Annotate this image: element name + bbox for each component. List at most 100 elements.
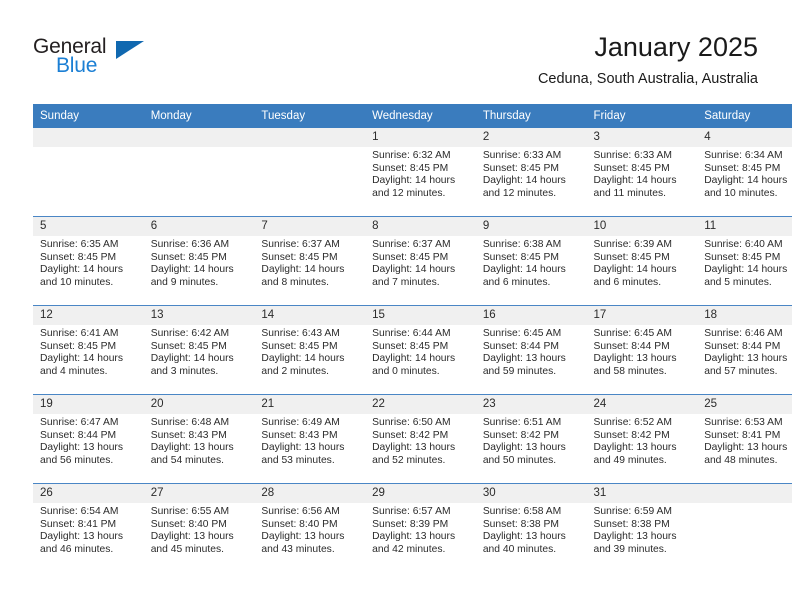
daylight-text: Daylight: 14 hours and 6 minutes. [482, 264, 566, 288]
daylight-text: Daylight: 14 hours and 2 minutes. [261, 353, 345, 377]
page-title: January 2025 [594, 32, 758, 62]
day-details: Sunrise: 6:39 AM Sunset: 8:45 PM Daylight:… [587, 236, 698, 289]
calendar-week-row: 19 Sunrise: 6:47 AM Sunset: 8:44 PM Dayligh… [33, 394, 792, 484]
day-cell[interactable]: 16 Sunrise: 6:45 AM Sunset: 8:44 PM Dayligh… [475, 305, 587, 395]
weekday-header-thursday: Thursday [475, 104, 587, 128]
day-details: Sunrise: 6:43 AM Sunset: 8:45 PM Daylight:… [254, 325, 365, 378]
day-details: Sunrise: 6:47 AM Sunset: 8:44 PM Daylight:… [33, 414, 144, 467]
daylight-text: Daylight: 13 hours and 57 minutes. [704, 353, 788, 377]
day-cell[interactable]: 24 Sunrise: 6:52 AM Sunset: 8:42 PM Dayligh… [586, 394, 698, 484]
day-number: 9 [475, 217, 587, 236]
day-details: Sunrise: 6:48 AM Sunset: 8:43 PM Daylight:… [144, 414, 255, 467]
day-cell[interactable]: 21 Sunrise: 6:49 AM Sunset: 8:43 PM Dayligh… [254, 394, 366, 484]
day-cell[interactable]: 1 Sunrise: 6:32 AM Sunset: 8:45 PM Daylight… [365, 128, 476, 217]
general-blue-logo[interactable]: General Blue [33, 36, 153, 84]
day-cell[interactable]: 22 Sunrise: 6:50 AM Sunset: 8:42 PM Dayligh… [365, 394, 476, 484]
day-number: 14 [254, 306, 366, 325]
day-cell[interactable]: 13 Sunrise: 6:42 AM Sunset: 8:45 PM Dayligh… [143, 305, 255, 395]
day-cell[interactable]: 18 Sunrise: 6:46 AM Sunset: 8:44 PM Dayligh… [697, 305, 792, 395]
day-details: Sunrise: 6:37 AM Sunset: 8:45 PM Daylight:… [254, 236, 365, 289]
daylight-text: Daylight: 14 hours and 12 minutes. [372, 175, 456, 199]
day-number: 6 [143, 217, 255, 236]
day-cell[interactable]: 19 Sunrise: 6:47 AM Sunset: 8:44 PM Dayligh… [33, 394, 144, 484]
title-block: January 2025 Ceduna, South Australia, Au… [538, 30, 758, 89]
day-cell[interactable]: 10 Sunrise: 6:39 AM Sunset: 8:45 PM Dayligh… [586, 216, 698, 306]
day-details: Sunrise: 6:56 AM Sunset: 8:40 PM Daylight:… [254, 503, 365, 556]
day-number: 4 [697, 128, 792, 147]
day-details: Sunrise: 6:53 AM Sunset: 8:41 PM Daylight:… [697, 414, 792, 467]
sunset-text: Sunset: 8:45 PM [261, 340, 338, 352]
sunset-text: Sunset: 8:39 PM [372, 518, 449, 530]
day-cell[interactable]: 26 Sunrise: 6:54 AM Sunset: 8:41 PM Dayligh… [33, 483, 144, 572]
daylight-text: Daylight: 14 hours and 6 minutes. [593, 264, 677, 288]
daylight-text: Daylight: 13 hours and 49 minutes. [593, 442, 677, 466]
day-cell[interactable]: 28 Sunrise: 6:56 AM Sunset: 8:40 PM Dayligh… [254, 483, 366, 572]
day-cell[interactable]: 15 Sunrise: 6:44 AM Sunset: 8:45 PM Dayligh… [365, 305, 476, 395]
day-cell-empty [143, 128, 255, 217]
day-cell[interactable]: 9 Sunrise: 6:38 AM Sunset: 8:45 PM Daylight… [475, 216, 587, 306]
daylight-text: Daylight: 13 hours and 54 minutes. [150, 442, 234, 466]
daylight-text: Daylight: 13 hours and 39 minutes. [593, 531, 677, 555]
day-number: 17 [586, 306, 698, 325]
day-details: Sunrise: 6:35 AM Sunset: 8:45 PM Daylight:… [33, 236, 144, 289]
location-subtitle: Ceduna, South Australia, Australia [537, 71, 758, 87]
day-cell[interactable]: 31 Sunrise: 6:59 AM Sunset: 8:38 PM Dayligh… [586, 483, 698, 572]
day-number: 31 [586, 484, 698, 503]
sunrise-text: Sunrise: 6:41 AM [40, 328, 119, 339]
sunrise-text: Sunrise: 6:50 AM [372, 417, 451, 428]
sunset-text: Sunset: 8:41 PM [40, 518, 117, 530]
day-cell[interactable]: 17 Sunrise: 6:45 AM Sunset: 8:44 PM Dayligh… [586, 305, 698, 395]
calendar-week-row: 12 Sunrise: 6:41 AM Sunset: 8:45 PM Dayligh… [33, 305, 792, 395]
sunrise-text: Sunrise: 6:55 AM [150, 506, 230, 517]
weekday-header-wednesday: Wednesday [365, 104, 476, 128]
day-details: Sunrise: 6:54 AM Sunset: 8:41 PM Daylight:… [33, 503, 144, 556]
day-cell[interactable]: 14 Sunrise: 6:43 AM Sunset: 8:45 PM Dayligh… [254, 305, 366, 395]
sunset-text: Sunset: 8:45 PM [593, 162, 670, 174]
sunset-text: Sunset: 8:45 PM [40, 340, 117, 352]
sunrise-text: Sunrise: 6:33 AM [593, 150, 672, 161]
day-cell-empty [254, 128, 366, 217]
sunrise-text: Sunrise: 6:48 AM [150, 417, 230, 428]
sunrise-text: Sunrise: 6:45 AM [593, 328, 672, 339]
sunset-text: Sunset: 8:43 PM [150, 429, 227, 441]
day-cell[interactable]: 23 Sunrise: 6:51 AM Sunset: 8:42 PM Dayligh… [475, 394, 587, 484]
daylight-text: Daylight: 13 hours and 48 minutes. [704, 442, 788, 466]
day-number: 21 [254, 395, 366, 414]
day-cell[interactable]: 29 Sunrise: 6:57 AM Sunset: 8:39 PM Dayligh… [365, 483, 476, 572]
day-cell[interactable]: 30 Sunrise: 6:58 AM Sunset: 8:38 PM Dayligh… [475, 483, 587, 572]
sunrise-text: Sunrise: 6:44 AM [372, 328, 451, 339]
day-cell[interactable]: 20 Sunrise: 6:48 AM Sunset: 8:43 PM Dayligh… [143, 394, 255, 484]
daylight-text: Daylight: 13 hours and 40 minutes. [482, 531, 566, 555]
day-details: Sunrise: 6:40 AM Sunset: 8:45 PM Daylight:… [697, 236, 792, 289]
daylight-text: Daylight: 14 hours and 12 minutes. [482, 175, 566, 199]
day-number: 25 [697, 395, 792, 414]
day-cell[interactable]: 4 Sunrise: 6:34 AM Sunset: 8:45 PM Daylight… [697, 128, 792, 217]
sunset-text: Sunset: 8:45 PM [40, 251, 117, 263]
sunset-text: Sunset: 8:42 PM [372, 429, 449, 441]
daylight-text: Daylight: 13 hours and 45 minutes. [150, 531, 234, 555]
day-number: 2 [475, 128, 587, 147]
day-cell[interactable]: 8 Sunrise: 6:37 AM Sunset: 8:45 PM Daylight… [365, 216, 476, 306]
day-cell[interactable]: 7 Sunrise: 6:37 AM Sunset: 8:45 PM Daylight… [254, 216, 366, 306]
day-cell[interactable]: 27 Sunrise: 6:55 AM Sunset: 8:40 PM Dayligh… [143, 483, 255, 572]
daylight-text: Daylight: 14 hours and 7 minutes. [372, 264, 456, 288]
page-header: General Blue January 2025 Ceduna, South … [33, 30, 758, 100]
daylight-text: Daylight: 14 hours and 10 minutes. [704, 175, 788, 199]
sunset-text: Sunset: 8:45 PM [372, 251, 449, 263]
day-cell[interactable]: 25 Sunrise: 6:53 AM Sunset: 8:41 PM Dayligh… [697, 394, 792, 484]
day-cell[interactable]: 5 Sunrise: 6:35 AM Sunset: 8:45 PM Daylight… [33, 216, 144, 306]
day-cell[interactable]: 11 Sunrise: 6:40 AM Sunset: 8:45 PM Dayligh… [697, 216, 792, 306]
day-cell[interactable]: 3 Sunrise: 6:33 AM Sunset: 8:45 PM Daylight… [586, 128, 698, 217]
sunrise-text: Sunrise: 6:58 AM [482, 506, 562, 517]
sunrise-text: Sunrise: 6:34 AM [704, 150, 783, 161]
sunrise-text: Sunrise: 6:54 AM [40, 506, 119, 517]
sunset-text: Sunset: 8:44 PM [40, 429, 117, 441]
day-number: 7 [254, 217, 366, 236]
sunset-text: Sunset: 8:41 PM [704, 429, 781, 441]
daylight-text: Daylight: 13 hours and 43 minutes. [261, 531, 345, 555]
day-cell[interactable]: 6 Sunrise: 6:36 AM Sunset: 8:45 PM Daylight… [143, 216, 255, 306]
sunset-text: Sunset: 8:45 PM [704, 251, 781, 263]
sunset-text: Sunset: 8:45 PM [150, 251, 227, 263]
day-cell[interactable]: 2 Sunrise: 6:33 AM Sunset: 8:45 PM Daylight… [475, 128, 587, 217]
day-cell[interactable]: 12 Sunrise: 6:41 AM Sunset: 8:45 PM Dayligh… [33, 305, 144, 395]
